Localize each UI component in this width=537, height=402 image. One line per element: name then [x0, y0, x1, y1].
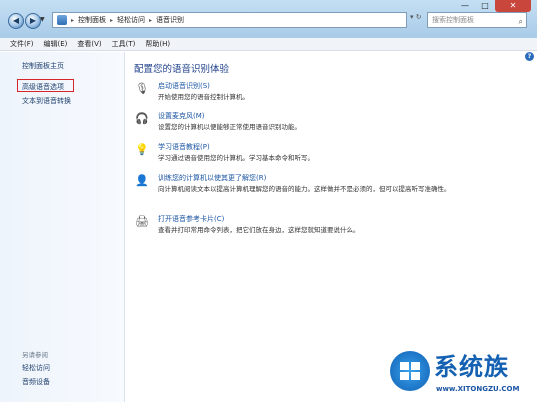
control-panel-icon: [57, 15, 67, 25]
menu-tools[interactable]: 工具(T): [112, 38, 136, 50]
user-icon: 👤: [135, 174, 149, 187]
reference-card-link[interactable]: 打开语音参考卡片(C): [158, 214, 224, 224]
search-input[interactable]: 搜索控制面板 ⌕: [427, 12, 527, 28]
back-button[interactable]: ◀: [8, 13, 24, 29]
sidebar-item-ease-of-access[interactable]: 轻松访问: [22, 363, 50, 373]
maximize-button[interactable]: □: [476, 0, 494, 12]
menu-edit[interactable]: 编辑(E): [44, 38, 68, 50]
window-titlebar: ◀ ▶ ▼ ▸ 控制面板 ▸ 轻松访问 ▸ 语音识别 ▾ ↻ 搜索控制面板 ⌕ …: [0, 0, 537, 39]
menu-bar: 文件(F) 编辑(E) 查看(V) 工具(T) 帮助(H): [0, 38, 537, 51]
sidebar-item-text-to-speech[interactable]: 文本到语音转换: [22, 96, 71, 106]
menu-help[interactable]: 帮助(H): [145, 38, 170, 50]
headset-icon: 🎧: [135, 112, 149, 125]
sidebar-item-home[interactable]: 控制面板主页: [22, 61, 64, 71]
see-also-heading: 另请参阅: [22, 351, 48, 359]
breadcrumb-speech-recognition[interactable]: 语音识别: [156, 15, 184, 25]
lightbulb-icon: 💡: [135, 143, 149, 156]
minimize-button[interactable]: —: [455, 0, 475, 12]
windows-logo-icon: [390, 351, 430, 391]
menu-file[interactable]: 文件(F): [10, 38, 34, 50]
search-icon[interactable]: ⌕: [519, 15, 523, 29]
setup-mic-link[interactable]: 设置麦克风(M): [158, 111, 205, 121]
forward-button[interactable]: ▶: [25, 13, 41, 29]
start-speech-link[interactable]: 启动语音识别(S): [158, 81, 210, 91]
watermark-logo: 系统族 www.XITONGZU.COM: [388, 345, 537, 402]
menu-view[interactable]: 查看(V): [77, 38, 101, 50]
sidebar-item-advanced-speech[interactable]: 高级语音选项: [22, 82, 64, 92]
printer-icon: 🖨: [135, 215, 149, 228]
breadcrumb-control-panel[interactable]: 控制面板: [78, 15, 106, 25]
address-bar[interactable]: ▸ 控制面板 ▸ 轻松访问 ▸ 语音识别: [52, 12, 407, 28]
close-button[interactable]: ✕: [495, 0, 531, 12]
page-title: 配置您的语音识别体验: [134, 64, 230, 75]
breadcrumb-ease-of-access[interactable]: 轻松访问: [117, 15, 145, 25]
help-icon[interactable]: ?: [525, 52, 534, 61]
sidebar-item-audio-devices[interactable]: 音频设备: [22, 377, 50, 387]
microphone-icon: 🎙: [135, 82, 149, 95]
refresh-icon[interactable]: ▾ ↻: [410, 13, 422, 21]
recent-pages-icon[interactable]: ▼: [40, 16, 45, 23]
speech-tutorial-link[interactable]: 学习语音教程(P): [158, 142, 210, 152]
train-computer-link[interactable]: 训练您的计算机以使其更了解您(R): [158, 173, 266, 183]
